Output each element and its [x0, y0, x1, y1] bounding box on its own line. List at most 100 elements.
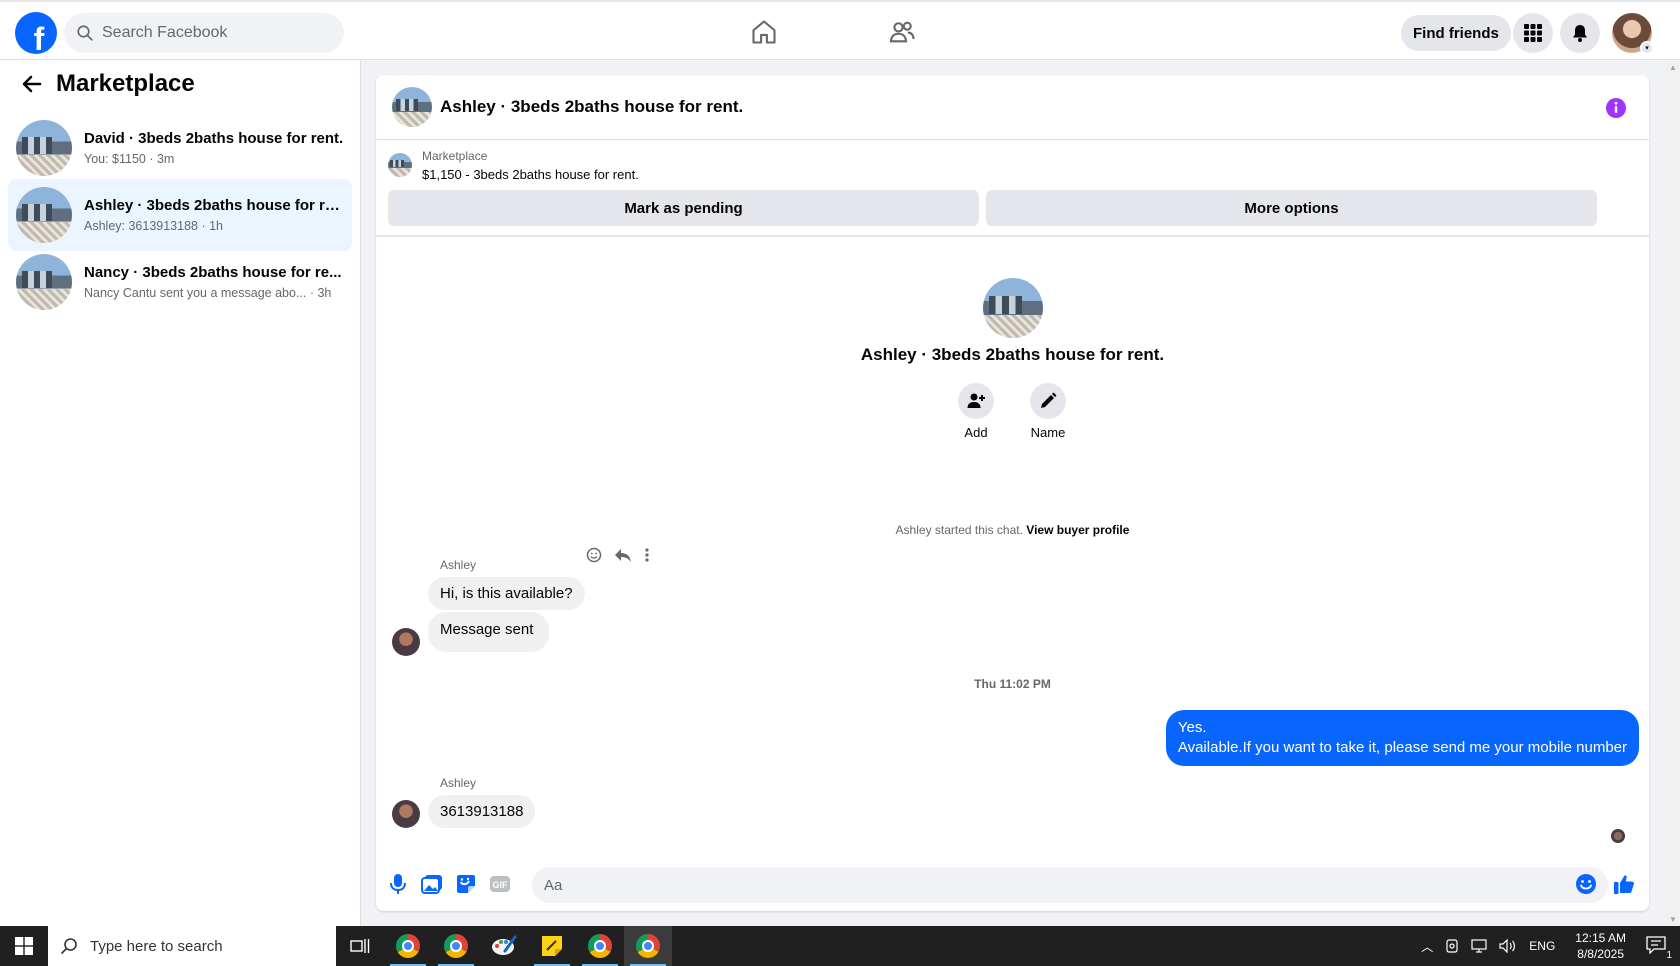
- chevron-up-icon[interactable]: ︿: [1421, 938, 1433, 955]
- top-navigation-bar: f Find friends ▾: [0, 0, 1680, 60]
- notifications-button[interactable]: [1560, 13, 1600, 53]
- taskbar-sticky-notes-app[interactable]: [528, 926, 576, 966]
- windows-logo-icon: [15, 937, 33, 955]
- facebook-logo[interactable]: f: [15, 12, 57, 54]
- clock-time: 12:15 AM: [1575, 931, 1626, 945]
- taskbar-chrome-app[interactable]: [576, 926, 624, 966]
- task-view-button[interactable]: [336, 926, 384, 966]
- add-label: Add: [964, 425, 988, 440]
- incoming-message[interactable]: Hi, is this available?: [428, 577, 585, 610]
- taskbar-paint-app[interactable]: [480, 926, 528, 966]
- page-scrollbar[interactable]: ▲ ▼: [1666, 60, 1680, 926]
- name-label: Name: [1030, 425, 1066, 440]
- photo-icon[interactable]: [420, 872, 444, 896]
- sidebar-header: Marketplace: [20, 70, 195, 98]
- page-title: Marketplace: [56, 70, 195, 97]
- search-input[interactable]: [102, 24, 322, 42]
- friends-icon[interactable]: [888, 18, 916, 46]
- conversation-preview: Nancy Cantu sent you a message abo... · …: [84, 286, 332, 300]
- add-person-icon: [967, 393, 985, 408]
- listing-thumbnail[interactable]: [392, 87, 432, 127]
- conversation-item[interactable]: David · 3beds 2baths house for rent. You…: [8, 112, 352, 184]
- chrome-icon: [636, 934, 660, 958]
- scroll-down-icon[interactable]: ▼: [1666, 912, 1680, 926]
- message-input[interactable]: [532, 867, 1608, 903]
- start-button[interactable]: [0, 926, 48, 966]
- conversation-item-active[interactable]: Ashley · 3beds 2baths house for re... As…: [8, 179, 352, 251]
- conversation-name: Ashley · 3beds 2baths house for re...: [84, 197, 344, 214]
- seen-indicator-avatar: [1611, 829, 1625, 843]
- conversation-sidebar: Marketplace David · 3beds 2baths house f…: [0, 60, 361, 926]
- find-friends-button[interactable]: Find friends: [1401, 15, 1511, 51]
- taskbar-chrome-app-active[interactable]: [624, 926, 672, 966]
- chat-panel: Ashley · 3beds 2baths house for rent. Ma…: [376, 75, 1649, 911]
- notification-icon: [1646, 935, 1666, 955]
- conversation-name: David · 3beds 2baths house for rent.: [84, 130, 344, 147]
- back-arrow-icon[interactable]: [20, 72, 44, 96]
- microphone-icon[interactable]: [386, 872, 410, 896]
- facebook-logo-letter: f: [33, 21, 45, 54]
- account-avatar[interactable]: ▾: [1612, 13, 1654, 55]
- taskbar-search[interactable]: Type here to search: [48, 926, 336, 966]
- volume-icon[interactable]: [1499, 939, 1517, 953]
- clock[interactable]: 12:15 AM 8/8/2025: [1575, 930, 1626, 962]
- taskbar-chrome-app[interactable]: [384, 926, 432, 966]
- view-buyer-profile-link[interactable]: View buyer profile: [1026, 523, 1129, 537]
- search-box[interactable]: [64, 13, 344, 53]
- more-options-button[interactable]: More options: [986, 190, 1597, 226]
- incoming-message[interactable]: Message sent: [428, 612, 550, 652]
- started-text: Ashley started this chat.: [895, 523, 1027, 537]
- outgoing-line: Available.If you want to take it, please…: [1177, 739, 1627, 756]
- conversation-name: Nancy · 3beds 2baths house for re...: [84, 264, 342, 281]
- device-icon[interactable]: [1445, 939, 1459, 953]
- language-indicator[interactable]: ENG: [1529, 939, 1555, 953]
- menu-button[interactable]: [1513, 13, 1553, 53]
- edit-name-button[interactable]: Name: [1018, 383, 1078, 440]
- info-icon[interactable]: [1605, 97, 1627, 119]
- listing-summary[interactable]: Marketplace $1,150 - 3beds 2baths house …: [388, 149, 639, 182]
- sender-avatar[interactable]: [392, 628, 420, 656]
- reply-icon[interactable]: [614, 547, 632, 563]
- scroll-up-icon[interactable]: ▲: [1666, 60, 1680, 74]
- svg-text:GIF: GIF: [493, 880, 509, 890]
- mark-as-pending-button[interactable]: Mark as pending: [388, 190, 979, 226]
- emoji-icon[interactable]: [1574, 872, 1598, 896]
- listing-thumbnail: [16, 187, 72, 243]
- react-icon[interactable]: [586, 547, 602, 563]
- network-icon[interactable]: [1471, 939, 1487, 953]
- chevron-down-icon: ▾: [1640, 41, 1654, 55]
- chat-title[interactable]: Ashley · 3beds 2baths house for rent.: [440, 97, 743, 117]
- home-icon[interactable]: [750, 18, 778, 46]
- system-tray: ︿ ENG 12:15 AM 8/8/2025 1: [1415, 926, 1680, 966]
- task-view-icon: [350, 939, 370, 953]
- like-icon[interactable]: [1612, 872, 1636, 896]
- gif-icon[interactable]: GIF: [488, 872, 512, 896]
- sticker-icon[interactable]: [454, 872, 478, 896]
- add-person-button[interactable]: Add: [946, 383, 1006, 440]
- conversation-item[interactable]: Nancy · 3beds 2baths house for re... Nan…: [8, 246, 352, 318]
- paint-icon: [492, 935, 517, 955]
- sender-name: Ashley: [440, 558, 477, 572]
- divider: [376, 235, 1649, 237]
- chrome-icon: [444, 934, 468, 958]
- chat-center-title: Ashley · 3beds 2baths house for rent.: [860, 345, 1165, 364]
- clock-date: 8/8/2025: [1577, 947, 1624, 961]
- conversation-preview: You: $1150 · 3m: [84, 152, 175, 166]
- incoming-message[interactable]: 3613913188: [428, 795, 536, 828]
- taskbar-chrome-app[interactable]: [432, 926, 480, 966]
- message-composer: GIF: [376, 860, 1649, 910]
- sender-avatar[interactable]: [392, 800, 420, 828]
- sender-name: Ashley: [440, 776, 477, 790]
- sticky-notes-icon: [542, 936, 562, 956]
- more-options-icon[interactable]: [644, 547, 650, 563]
- message-timestamp: Thu 11:02 PM: [974, 677, 1051, 691]
- listing-thumbnail: [16, 120, 72, 176]
- notification-center-button[interactable]: 1: [1646, 935, 1672, 961]
- chat-thumbnail: [983, 278, 1043, 338]
- message-actions: [586, 547, 650, 563]
- listing-thumbnail: [388, 153, 412, 177]
- taskbar-search-text: Type here to search: [90, 937, 223, 955]
- outgoing-message[interactable]: Yes. Available.If you want to take it, p…: [1165, 710, 1639, 766]
- grid-menu-icon: [1524, 24, 1542, 42]
- chrome-icon: [588, 934, 612, 958]
